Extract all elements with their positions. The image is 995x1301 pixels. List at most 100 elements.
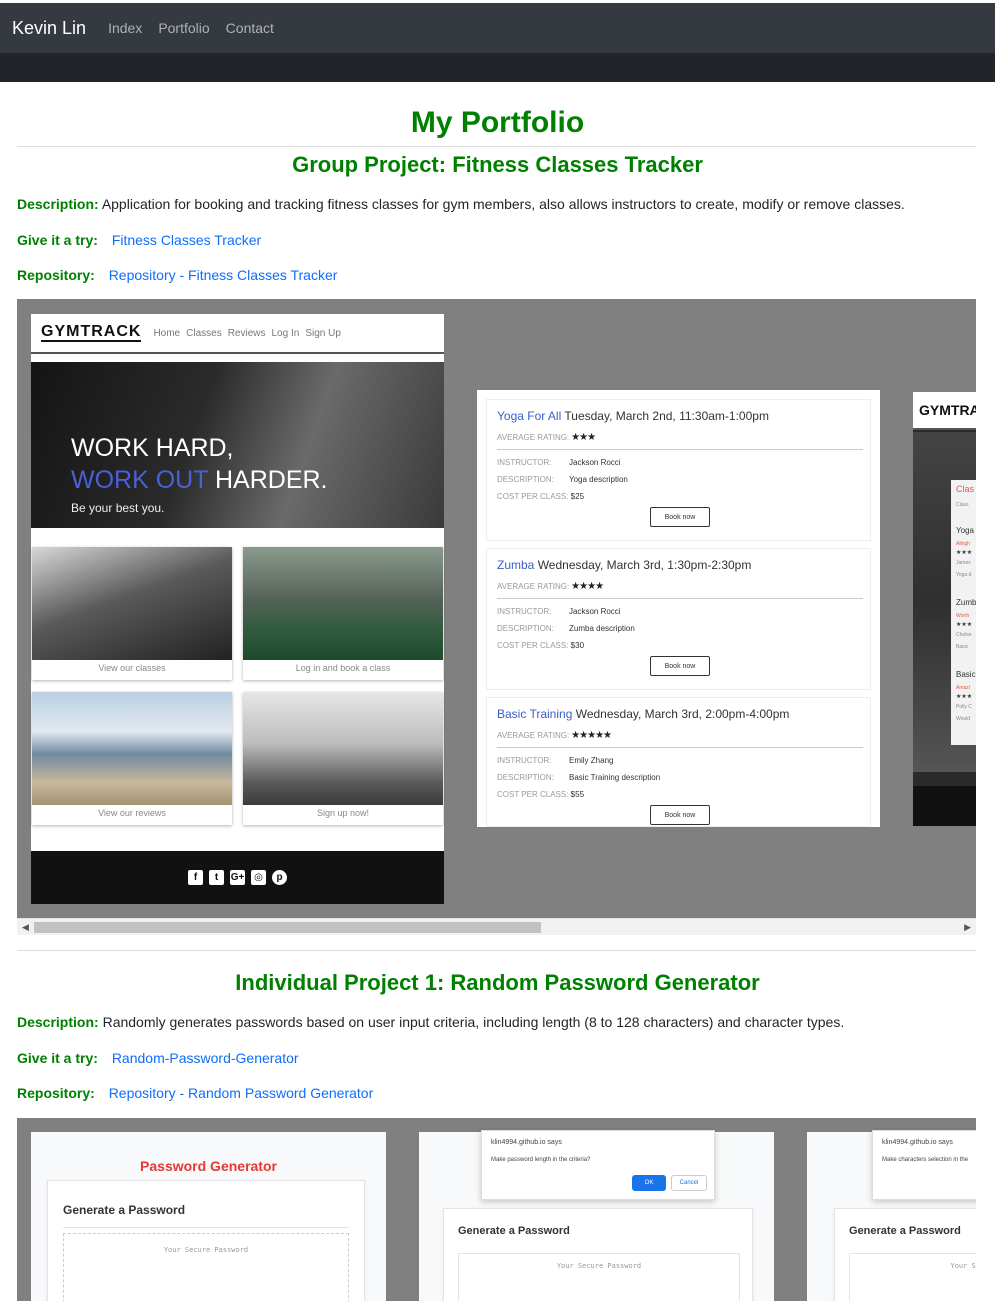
class-date: Tuesday, March 2nd, 11:30am-1:00pm [561,409,769,423]
gymtrack-nav-reviews: Reviews [227,327,266,339]
class-rating: AVERAGE RATING: ★★★ [497,432,596,443]
password-output: Your Se [849,1253,976,1301]
hero-line2-blue: WORK OUT [71,466,209,494]
review-text: Yoga d [956,572,972,578]
password-placeholder: Your Secure Password [556,1262,642,1270]
divider [497,598,863,599]
browser-alert-dialog: klin4994.github.io says Make password le… [481,1130,715,1200]
navbar-brand[interactable]: Kevin Lin [12,18,86,39]
star-rating-icon: ★★★ [956,694,973,700]
review-text: Class [956,502,969,508]
google-plus-icon: G+ [230,870,245,885]
cost-value: $25 [570,492,585,501]
nav-link-contact[interactable]: Contact [226,20,274,36]
alert-ok-button: OK [632,1175,666,1191]
review-text: Yoga [956,526,974,535]
instructor-value: Emily Zhang [569,756,614,765]
gallery-horizontal-scrollbar[interactable]: ◀ ▶ [17,918,976,935]
class-card: Basic Training Wednesday, March 3rd, 2:0… [486,697,871,827]
project-description-fitness: Description: Application for booking and… [17,196,905,212]
scroll-right-arrow-icon[interactable]: ▶ [964,922,971,933]
alert-site: klin4994.github.io says [491,1139,562,1146]
alert-message: Make characters selection in the [882,1157,969,1163]
tile-caption: Log in and book a class [295,663,391,673]
screenshot-password-main: Password Generator Generate a Password Y… [31,1132,386,1301]
project-try-fitness: Give it a try: Fitness Classes Tracker [17,232,261,248]
avg-label: AVERAGE RATING: [497,731,570,740]
star-rating-icon: ★★★ [956,550,973,556]
cost-label-text: COST PER CLASS: [497,790,569,799]
try-link-password[interactable]: Random-Password-Generator [112,1050,299,1066]
description-value: Yoga description [569,475,628,484]
review-text: Allrigh [956,541,970,547]
gymtrack-footer: f t G+ ◎ p [31,851,444,904]
star-rating-icon: ★★★★★ [571,730,612,741]
project-title-fitness: Group Project: Fitness Classes Tracker [292,152,703,177]
project-repo-fitness: Repository: Repository - Fitness Classes… [17,267,337,283]
scrollbar-thumb[interactable] [34,922,541,933]
instructor-label: INSTRUCTOR: [497,458,552,467]
repo-link-fitness[interactable]: Repository - Fitness Classes Tracker [109,267,338,283]
book-now-button: Book now [650,656,710,676]
divider [63,1227,349,1228]
cost-value: $55 [570,790,585,799]
alert-message: Make password length in the criteria? [491,1157,591,1163]
cost-label-text: COST PER CLASS: [497,641,569,650]
password-output: Your Secure Password [458,1253,740,1301]
gymtrack-navbar: GYMTRACK Home Classes Reviews Log In Sig… [31,314,444,354]
avg-label: AVERAGE RATING: [497,433,570,442]
cost-label-text: COST PER CLASS: [497,492,569,501]
hero-line2-rest: HARDER. [208,466,328,494]
divider [17,146,976,147]
gymtrack-logo: GYMTRACK [41,323,142,342]
review-text: Chelse [956,632,972,638]
password-app-title: Password Generator [140,1158,277,1174]
repo-link-password[interactable]: Repository - Random Password Generator [109,1085,374,1101]
nav-link-index[interactable]: Index [108,20,142,36]
password-card-title: Generate a Password [849,1225,961,1237]
review-text: Basic [956,670,976,679]
browser-alert-dialog: klin4994.github.io says Make characters … [872,1130,976,1200]
password-placeholder: Your Secure Password [163,1246,249,1254]
project-title-password: Individual Project 1: Random Password Ge… [235,970,760,995]
try-link-fitness[interactable]: Fitness Classes Tracker [112,232,261,248]
navbar-subbar [0,53,995,82]
cost-label: COST PER CLASS: $25 [497,492,584,501]
class-date: Wednesday, March 3rd, 1:30pm-2:30pm [534,558,752,572]
description-text: Application for booking and tracking fit… [101,196,905,212]
review-text: Amazi [956,685,970,691]
screenshot-gallery-fitness[interactable]: GYMTRACK Home Classes Reviews Log In Sig… [17,299,976,918]
page-title: My Portfolio [410,106,585,139]
book-now-button: Book now [650,805,710,825]
class-card: Zumba Wednesday, March 3rd, 1:30pm-2:30p… [486,548,871,690]
review-text: James [956,560,971,566]
nav-link-portfolio[interactable]: Portfolio [158,20,209,36]
description-label: DESCRIPTION: [497,475,554,484]
password-card: Generate a Password Your Se [834,1208,976,1301]
cost-label: COST PER CLASS: $30 [497,641,584,650]
divider [497,449,863,450]
description-label: Description: [17,196,99,212]
cost-label: COST PER CLASS: $55 [497,790,584,799]
tile-caption: View our reviews [98,808,166,818]
instructor-value: Jackson Rocci [569,607,621,616]
tile-reviews: View our reviews [32,692,232,825]
tile-image-reviews [32,692,232,805]
class-name: Basic Training [497,707,573,721]
class-card: Yoga For All Tuesday, March 2nd, 11:30am… [486,399,871,541]
screenshot-gallery-password[interactable]: Password Generator Generate a Password Y… [17,1118,976,1301]
book-now-button: Book now [650,507,710,527]
try-label: Give it a try: [17,1050,98,1066]
divider [17,950,976,951]
screenshot-gymtrack-reviews: GYMTRA Clas Class Yoga Allrigh ★★★ James… [913,392,976,826]
class-rating: AVERAGE RATING: ★★★★ [497,581,604,592]
scroll-left-arrow-icon[interactable]: ◀ [22,922,29,933]
screenshot-password-alert-2: klin4994.github.io says Make characters … [807,1130,976,1301]
gymtrack-nav-signup: Sign Up [305,327,341,339]
password-placeholder: Your Se [950,1262,976,1270]
class-title: Yoga For All Tuesday, March 2nd, 11:30am… [497,409,769,423]
star-rating-icon: ★★★ [956,622,973,628]
password-output: Your Secure Password [63,1233,349,1301]
screenshot-gymtrack-classes: Yoga For All Tuesday, March 2nd, 11:30am… [477,390,880,827]
password-card-title: Generate a Password [458,1225,570,1237]
